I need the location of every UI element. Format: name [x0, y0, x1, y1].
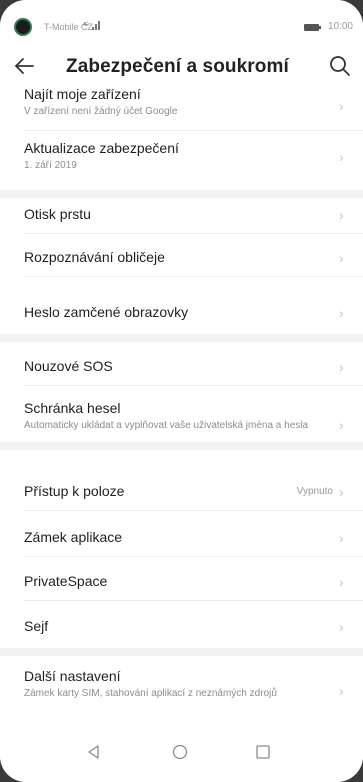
divider — [24, 556, 363, 557]
chevron-right-icon: › — [339, 417, 344, 433]
list-item-subtitle: 1. září 2019 — [24, 160, 77, 171]
circle-home-icon[interactable] — [171, 744, 189, 767]
clock: 10:00 — [327, 21, 353, 32]
square-recent-icon[interactable] — [255, 744, 271, 765]
list-item-safe[interactable]: Sejf › — [0, 618, 363, 635]
chevron-right-icon: › — [339, 305, 344, 321]
list-item-fingerprint[interactable]: Otisk prstu › — [0, 206, 363, 223]
section-gap — [0, 442, 363, 450]
list-item-label: Najít moje zařízení — [24, 86, 141, 102]
chevron-right-icon: › — [339, 530, 344, 546]
list-item-private-space[interactable]: PrivateSpace › — [0, 573, 363, 590]
list-item-label: Další nastavení — [24, 668, 121, 684]
list-item-find-my-device[interactable]: Najít moje zařízení V zařízení není žádn… — [0, 86, 363, 118]
list-item-label: Sejf — [24, 618, 49, 634]
search-icon[interactable] — [327, 53, 353, 79]
list-item-app-lock[interactable]: Zámek aplikace › — [0, 529, 363, 546]
location-status-value: Vypnuto — [296, 486, 333, 497]
list-item-label: Zámek aplikace — [24, 529, 123, 545]
list-item-password-vault[interactable]: Schránka hesel Automaticky ukládat a vyp… — [0, 400, 363, 432]
triangle-back-icon[interactable] — [86, 744, 100, 765]
list-item-face-recognition[interactable]: Rozpoznávání obličeje › — [0, 249, 363, 266]
chevron-right-icon: › — [339, 207, 344, 223]
chevron-right-icon: › — [339, 98, 344, 114]
list-item-label: Aktualizace zabezpečení — [24, 140, 179, 156]
divider — [24, 130, 363, 131]
chevron-right-icon: › — [339, 359, 344, 375]
list-item-more-settings[interactable]: Další nastavení Zámek karty SIM, stahová… — [0, 668, 363, 700]
divider — [24, 233, 363, 234]
list-item-label: Rozpoznávání obličeje — [24, 249, 165, 265]
settings-list: Najít moje zařízení V zařízení není žádn… — [0, 82, 363, 722]
divider — [24, 510, 363, 511]
signal-icon: 4G — [83, 20, 101, 33]
page-title: Zabezpečení a soukromí — [66, 56, 289, 77]
list-item-subtitle: Zámek karty SIM, stahování aplikací z ne… — [24, 688, 277, 699]
status-bar: T-Mobile CZ 4G 10:00 — [0, 0, 363, 44]
divider — [24, 600, 363, 601]
section-gap — [0, 648, 363, 656]
chevron-right-icon: › — [339, 149, 344, 165]
list-item-security-update[interactable]: Aktualizace zabezpečení 1. září 2019 › — [0, 140, 363, 172]
list-item-label: Schránka hesel — [24, 400, 121, 416]
front-camera — [14, 18, 32, 36]
navigation-bar — [0, 722, 363, 782]
list-item-emergency-sos[interactable]: Nouzové SOS › — [0, 358, 363, 375]
divider — [24, 276, 363, 277]
chevron-right-icon: › — [339, 250, 344, 266]
chevron-right-icon: › — [339, 683, 344, 699]
chevron-right-icon: › — [339, 484, 344, 500]
list-item-subtitle: Automaticky ukládat a vyplňovat vaše uži… — [24, 420, 309, 431]
chevron-right-icon: › — [339, 574, 344, 590]
list-item-label: Nouzové SOS — [24, 358, 113, 374]
list-item-label: Otisk prstu — [24, 206, 91, 222]
list-item-label: PrivateSpace — [24, 573, 108, 589]
list-item-subtitle: V zařízení není žádný účet Google — [24, 106, 178, 117]
network-type: 4G — [83, 22, 89, 28]
list-item-label: Přístup k poloze — [24, 483, 125, 499]
phone-screen: T-Mobile CZ 4G 10:00 Zabezpečení a soukr… — [0, 0, 363, 782]
battery-icon — [304, 24, 321, 31]
section-gap — [0, 190, 363, 198]
chevron-right-icon: › — [339, 619, 344, 635]
section-gap — [0, 334, 363, 342]
list-item-label: Heslo zamčené obrazovky — [24, 304, 189, 320]
list-item-location-access[interactable]: Přístup k poloze Vypnuto › — [0, 483, 363, 500]
list-item-lock-screen-password[interactable]: Heslo zamčené obrazovky › — [0, 304, 363, 321]
arrow-left-icon[interactable] — [10, 52, 38, 80]
divider — [24, 385, 363, 386]
